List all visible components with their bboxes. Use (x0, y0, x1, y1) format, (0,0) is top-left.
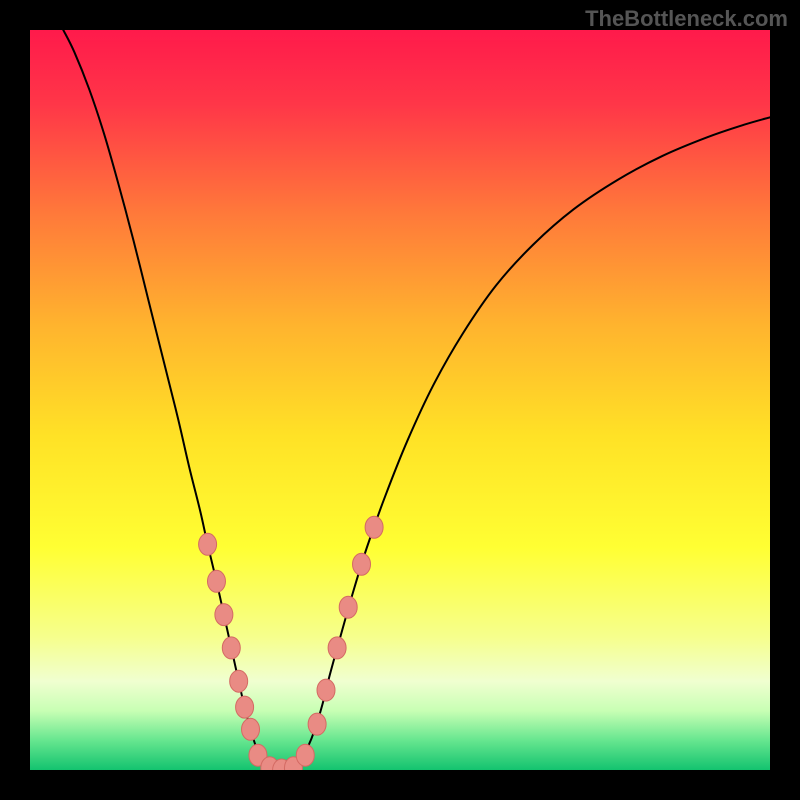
bead-marker (230, 670, 248, 692)
bead-marker (242, 718, 260, 740)
bead-marker (207, 570, 225, 592)
chart-frame: TheBottleneck.com (0, 0, 800, 800)
bead-marker (317, 679, 335, 701)
bead-marker (296, 744, 314, 766)
bead-marker (215, 604, 233, 626)
gradient-background (30, 30, 770, 770)
bead-marker (308, 713, 326, 735)
chart-area (30, 30, 770, 770)
bead-marker (365, 516, 383, 538)
bead-marker (199, 533, 217, 555)
bead-marker (222, 637, 240, 659)
bead-marker (339, 596, 357, 618)
watermark-label: TheBottleneck.com (585, 6, 788, 32)
bottleneck-curve-chart (30, 30, 770, 770)
bead-marker (353, 553, 371, 575)
bead-marker (328, 637, 346, 659)
bead-marker (236, 696, 254, 718)
